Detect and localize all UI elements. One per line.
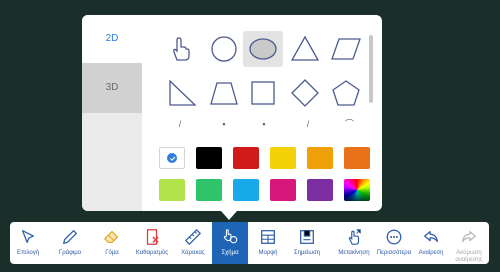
color-swatch-black[interactable]	[196, 147, 222, 169]
color-swatch-red[interactable]	[233, 147, 259, 169]
square-shape-icon[interactable]	[243, 75, 283, 111]
redo-button[interactable]: Ακύρωση αναίρεσης	[449, 222, 489, 264]
undo-icon	[421, 227, 441, 247]
shape-tool-button[interactable]: Σχήμα	[212, 222, 248, 264]
note-tool-button[interactable]: Σημείωση	[286, 222, 328, 264]
format-tool-label: Μορφή	[258, 250, 278, 256]
eraser-tool-label: Γόμα	[105, 250, 119, 256]
hidden-shape-peek: /	[178, 119, 182, 129]
undo-label: Αναίρεση	[418, 250, 444, 256]
hidden-shape-peek: /	[306, 119, 310, 129]
clear-tool-button[interactable]: Καθαρισμός	[131, 222, 173, 264]
color-swatch-white[interactable]	[159, 147, 185, 169]
color-swatch-blue[interactable]	[233, 179, 259, 201]
table-icon	[258, 227, 278, 247]
color-swatch-amber[interactable]	[307, 147, 333, 169]
ellipse-shape-icon[interactable]	[243, 31, 283, 67]
shape-picker-popup: 2D 3D / ▪ ▪ / ⌒	[82, 15, 382, 211]
pen-icon	[60, 227, 80, 247]
color-swatch-custom-spectrum[interactable]	[344, 179, 370, 201]
color-swatch-orange[interactable]	[344, 147, 370, 169]
move-hand-icon	[344, 227, 364, 247]
hidden-shape-peek: ▪	[262, 119, 266, 129]
undo-button[interactable]: Αναίρεση	[413, 222, 449, 264]
hidden-shape-peek: ⌒	[345, 119, 355, 129]
eraser-icon	[102, 227, 122, 247]
diamond-shape-icon[interactable]	[285, 75, 325, 111]
pentagon-shape-icon[interactable]	[326, 75, 366, 111]
circle-shape-icon[interactable]	[204, 31, 244, 67]
more-tool-label: Περισσότερα	[376, 250, 412, 256]
shape-grid-scrollbar[interactable]	[369, 35, 373, 103]
redo-label: Ακύρωση αναίρεσης	[455, 250, 483, 263]
more-tool-button[interactable]: Περισσότερα	[373, 222, 415, 264]
shape-tool-label: Σχήμα	[221, 250, 239, 256]
note-tool-label: Σημείωση	[293, 250, 321, 256]
format-tool-button[interactable]: Μορφή	[250, 222, 286, 264]
selected-check-icon	[167, 153, 177, 163]
color-swatch-yellow[interactable]	[270, 147, 296, 169]
shapes-icon	[220, 227, 240, 247]
color-swatch-magenta[interactable]	[270, 179, 296, 201]
move-tool-button[interactable]: Μετακίνηση	[331, 222, 377, 264]
whiteboard-canvas[interactable]: 2D 3D / ▪ ▪ / ⌒ Επιλογή Γράφιμο Γόμα Καθ…	[0, 0, 500, 272]
parallelogram-shape-icon[interactable]	[326, 31, 366, 67]
clear-tool-label: Καθαρισμός	[135, 250, 169, 256]
note-icon	[297, 227, 317, 247]
shape-grid: / ▪ ▪ / ⌒	[142, 15, 366, 145]
pen-tool-label: Γράφιμο	[58, 250, 82, 256]
ruler-tool-label: Χάρακας	[181, 250, 205, 256]
triangle-shape-icon[interactable]	[285, 31, 325, 67]
redo-icon	[459, 227, 479, 247]
eraser-tool-button[interactable]: Γόμα	[94, 222, 130, 264]
popup-pointer	[221, 211, 237, 220]
pen-tool-button[interactable]: Γράφιμο	[52, 222, 88, 264]
tab-2d[interactable]: 2D	[82, 15, 142, 63]
trapezoid-shape-icon[interactable]	[204, 75, 244, 111]
ruler-icon	[183, 227, 203, 247]
ruler-tool-button[interactable]: Χάρακας	[175, 222, 211, 264]
tab-3d[interactable]: 3D	[82, 63, 142, 113]
clear-page-icon	[142, 227, 162, 247]
right-triangle-shape-icon[interactable]	[162, 75, 202, 111]
hand-pointer-shape-icon[interactable]	[160, 31, 200, 67]
dimension-tabs: 2D 3D	[82, 15, 142, 211]
more-icon	[384, 227, 404, 247]
color-palette	[142, 141, 382, 211]
select-tool-button[interactable]: Επιλογή	[10, 222, 46, 264]
select-tool-label: Επιλογή	[16, 250, 40, 256]
move-tool-label: Μετακίνηση	[338, 250, 370, 256]
bottom-toolbar: Επιλογή Γράφιμο Γόμα Καθαρισμός Χάρακας	[10, 222, 489, 264]
hidden-shape-peek: ▪	[222, 119, 226, 129]
color-swatch-lime[interactable]	[159, 179, 185, 201]
select-arrow-icon	[18, 227, 38, 247]
color-swatch-green[interactable]	[196, 179, 222, 201]
color-swatch-purple[interactable]	[307, 179, 333, 201]
